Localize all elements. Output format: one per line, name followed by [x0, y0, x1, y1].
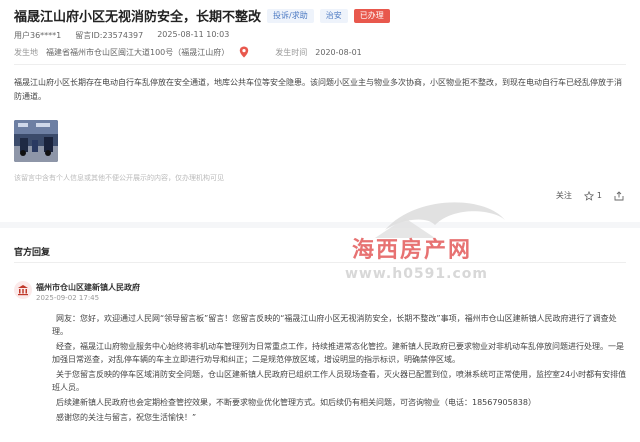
official-reply-heading: 官方回复 — [14, 248, 51, 258]
map-pin-icon[interactable] — [239, 46, 249, 58]
reply-content: 网友：您好，欢迎通过人民网“领导留言板”留言！您留言反映的“福晟江山府小区无视消… — [52, 312, 628, 426]
reply-paragraph: 后续建新镇人民政府也会定期检查管控效果，不断要求物业优化管理方式。如后续仍有相关… — [56, 398, 536, 407]
occurrence-date: 2020-08-01 — [315, 47, 362, 57]
title-row: 福晟江山府小区无视消防安全，长期不整改 投诉/求助 治安 已办理 — [14, 6, 390, 25]
reply-paragraph: 感谢您的关注与留言，祝您生活愉快！” — [56, 413, 197, 422]
like-count: 1 — [596, 191, 602, 200]
location-row: 发生地 福建省福州市仓山区闽江大道100号（福晟江山府） 发生时间 2020-0… — [14, 46, 362, 58]
reply-paragraph: 网友：您好，欢迎通过人民网“领导留言板”留言！您留言反映的“福晟江山府小区无视消… — [52, 314, 617, 336]
user-name: 用户36****1 — [14, 31, 62, 40]
section-separator — [0, 222, 640, 228]
reply-paragraph: 关于您留言反映的停车区域消防安全问题，仓山区建新镇人民政府已组织工作人员现场查看… — [52, 370, 627, 392]
share-button[interactable] — [614, 190, 624, 201]
status-badge: 已办理 — [353, 8, 390, 23]
location-label: 发生地 — [14, 47, 38, 57]
date-label: 发生时间 — [275, 47, 308, 57]
reply-paragraph: 经查，福晟江山府物业服务中心始终将非机动车管理列为日常重点工作，持续推进常态化管… — [52, 342, 624, 364]
watermark-url: www.h0591.com — [345, 266, 488, 282]
message-content: 福晟江山府小区长期存在电动自行车乱停放在安全通道，地库公共车位等安全隐患。该问题… — [14, 78, 622, 101]
reply-org-name: 福州市仓山区建新镇人民政府 — [36, 283, 140, 292]
like-button[interactable]: 1 — [583, 190, 602, 201]
watermark-title: 海西房产网 — [352, 238, 473, 263]
star-icon — [583, 190, 594, 201]
divider — [14, 64, 626, 65]
location-text: 福建省福州市仓山区闽江大道100号（福晟江山府） — [46, 47, 230, 57]
divider — [14, 262, 626, 263]
government-emblem-icon — [14, 281, 32, 299]
tag-category[interactable]: 投诉/求助 — [267, 8, 314, 23]
message-detail-page: 福晟江山府小区无视消防安全，长期不整改 投诉/求助 治安 已办理 用户36***… — [0, 0, 640, 442]
privacy-notice: 该留言中含有个人信息或其他不便公开展示的内容，仅办理机构可见 — [14, 174, 224, 182]
action-bar: 关注 1 — [544, 190, 624, 201]
posted-time: 2025-08-11 10:03 — [157, 30, 230, 39]
attachment-thumbnail[interactable] — [14, 120, 58, 162]
message-id: 留言ID:23574397 — [75, 31, 144, 40]
page-title: 福晟江山府小区无视消防安全，长期不整改 — [14, 10, 262, 25]
follow-button[interactable]: 关注 — [556, 190, 572, 201]
meta-row: 用户36****1 留言ID:23574397 2025-08-11 10:03 — [14, 30, 243, 41]
tag-topic[interactable]: 治安 — [319, 8, 348, 23]
share-icon — [614, 190, 624, 200]
reply-date: 2025-09-02 17:45 — [36, 294, 100, 302]
